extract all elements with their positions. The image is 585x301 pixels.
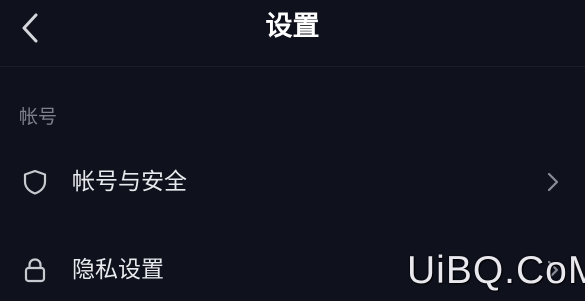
- settings-item-label: 帐号与安全: [72, 169, 187, 195]
- settings-screen: 设置 帐号 帐号与安全 隐私设置 UiBQ.CoM: [0, 0, 585, 301]
- chevron-right-icon: [547, 172, 559, 192]
- shield-icon: [23, 169, 47, 195]
- top-nav-bar: 设置: [0, 0, 585, 62]
- lock-icon: [24, 258, 46, 283]
- settings-item-label: 隐私设置: [72, 257, 164, 283]
- page-title: 设置: [265, 11, 320, 42]
- site-watermark: UiBQ.CoM: [407, 249, 585, 292]
- settings-item-account-security[interactable]: 帐号与安全: [0, 148, 585, 218]
- section-label-account: 帐号: [19, 106, 58, 128]
- header-divider: [0, 66, 585, 67]
